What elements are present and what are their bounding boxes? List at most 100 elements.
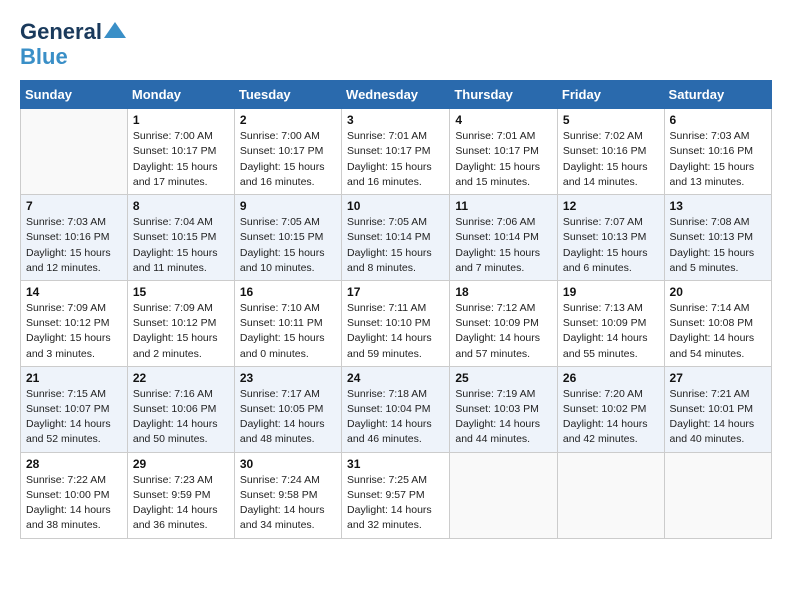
day-number: 11 (455, 199, 552, 213)
calendar-cell: 7 Sunrise: 7:03 AMSunset: 10:16 PMDayligh… (21, 195, 128, 281)
day-info: Sunrise: 7:23 AMSunset: 9:59 PMDaylight:… (133, 473, 229, 534)
day-info: Sunrise: 7:06 AMSunset: 10:14 PMDaylight… (455, 215, 552, 276)
calendar-cell: 22 Sunrise: 7:16 AMSunset: 10:06 PMDaylig… (127, 366, 234, 452)
calendar-cell: 8 Sunrise: 7:04 AMSunset: 10:15 PMDayligh… (127, 195, 234, 281)
calendar-cell: 26 Sunrise: 7:20 AMSunset: 10:02 PMDaylig… (557, 366, 664, 452)
day-number: 24 (347, 371, 444, 385)
day-info: Sunrise: 7:00 AMSunset: 10:17 PMDaylight… (133, 129, 229, 190)
weekday-header-wednesday: Wednesday (342, 81, 450, 109)
calendar-cell: 16 Sunrise: 7:10 AMSunset: 10:11 PMDaylig… (234, 280, 341, 366)
weekday-header-friday: Friday (557, 81, 664, 109)
day-number: 16 (240, 285, 336, 299)
weekday-header-sunday: Sunday (21, 81, 128, 109)
day-info: Sunrise: 7:10 AMSunset: 10:11 PMDaylight… (240, 301, 336, 362)
calendar-cell: 9 Sunrise: 7:05 AMSunset: 10:15 PMDayligh… (234, 195, 341, 281)
logo-general: General (20, 20, 102, 44)
day-number: 25 (455, 371, 552, 385)
day-number: 8 (133, 199, 229, 213)
calendar-cell (21, 109, 128, 195)
day-info: Sunrise: 7:15 AMSunset: 10:07 PMDaylight… (26, 387, 122, 448)
weekday-header-tuesday: Tuesday (234, 81, 341, 109)
weekday-header-monday: Monday (127, 81, 234, 109)
day-info: Sunrise: 7:18 AMSunset: 10:04 PMDaylight… (347, 387, 444, 448)
calendar-cell: 24 Sunrise: 7:18 AMSunset: 10:04 PMDaylig… (342, 366, 450, 452)
day-info: Sunrise: 7:12 AMSunset: 10:09 PMDaylight… (455, 301, 552, 362)
day-number: 21 (26, 371, 122, 385)
day-number: 30 (240, 457, 336, 471)
day-info: Sunrise: 7:17 AMSunset: 10:05 PMDaylight… (240, 387, 336, 448)
logo-blue: Blue (20, 44, 68, 70)
calendar-cell: 6 Sunrise: 7:03 AMSunset: 10:16 PMDayligh… (664, 109, 771, 195)
calendar-cell: 12Sunrise: 7:07 AMSunset: 10:13 PMDaylig… (557, 195, 664, 281)
calendar-cell: 27Sunrise: 7:21 AMSunset: 10:01 PMDaylig… (664, 366, 771, 452)
calendar-cell: 18Sunrise: 7:12 AMSunset: 10:09 PMDaylig… (450, 280, 558, 366)
calendar-cell: 25 Sunrise: 7:19 AMSunset: 10:03 PMDaylig… (450, 366, 558, 452)
logo: General Blue (20, 20, 126, 70)
day-number: 4 (455, 113, 552, 127)
day-info: Sunrise: 7:09 AMSunset: 10:12 PMDaylight… (133, 301, 229, 362)
day-number: 19 (563, 285, 659, 299)
calendar-cell: 23 Sunrise: 7:17 AMSunset: 10:05 PMDaylig… (234, 366, 341, 452)
day-number: 7 (26, 199, 122, 213)
day-number: 6 (670, 113, 766, 127)
day-info: Sunrise: 7:14 AMSunset: 10:08 PMDaylight… (670, 301, 766, 362)
calendar-cell: 2 Sunrise: 7:00 AMSunset: 10:17 PMDayligh… (234, 109, 341, 195)
day-info: Sunrise: 7:00 AMSunset: 10:17 PMDaylight… (240, 129, 336, 190)
day-number: 10 (347, 199, 444, 213)
day-number: 20 (670, 285, 766, 299)
day-info: Sunrise: 7:25 AMSunset: 9:57 PMDaylight:… (347, 473, 444, 534)
calendar-cell: 1 Sunrise: 7:00 AMSunset: 10:17 PMDayligh… (127, 109, 234, 195)
day-number: 31 (347, 457, 444, 471)
day-info: Sunrise: 7:24 AMSunset: 9:58 PMDaylight:… (240, 473, 336, 534)
day-info: Sunrise: 7:20 AMSunset: 10:02 PMDaylight… (563, 387, 659, 448)
day-info: Sunrise: 7:01 AMSunset: 10:17 PMDaylight… (455, 129, 552, 190)
day-info: Sunrise: 7:01 AMSunset: 10:17 PMDaylight… (347, 129, 444, 190)
day-number: 13 (670, 199, 766, 213)
day-number: 5 (563, 113, 659, 127)
day-number: 9 (240, 199, 336, 213)
calendar-cell: 31 Sunrise: 7:25 AMSunset: 9:57 PMDayligh… (342, 452, 450, 538)
day-info: Sunrise: 7:07 AMSunset: 10:13 PMDaylight… (563, 215, 659, 276)
day-info: Sunrise: 7:16 AMSunset: 10:06 PMDaylight… (133, 387, 229, 448)
day-number: 15 (133, 285, 229, 299)
day-info: Sunrise: 7:19 AMSunset: 10:03 PMDaylight… (455, 387, 552, 448)
calendar-cell: 5Sunrise: 7:02 AMSunset: 10:16 PMDayligh… (557, 109, 664, 195)
day-number: 17 (347, 285, 444, 299)
logo-icon (104, 22, 126, 38)
calendar-cell (664, 452, 771, 538)
calendar-cell: 15 Sunrise: 7:09 AMSunset: 10:12 PMDaylig… (127, 280, 234, 366)
day-info: Sunrise: 7:11 AMSunset: 10:10 PMDaylight… (347, 301, 444, 362)
week-row-4: 21 Sunrise: 7:15 AMSunset: 10:07 PMDaylig… (21, 366, 772, 452)
day-number: 26 (563, 371, 659, 385)
calendar-cell: 20 Sunrise: 7:14 AMSunset: 10:08 PMDaylig… (664, 280, 771, 366)
day-number: 29 (133, 457, 229, 471)
calendar-cell: 4 Sunrise: 7:01 AMSunset: 10:17 PMDayligh… (450, 109, 558, 195)
weekday-header-saturday: Saturday (664, 81, 771, 109)
day-info: Sunrise: 7:05 AMSunset: 10:15 PMDaylight… (240, 215, 336, 276)
calendar-cell (450, 452, 558, 538)
calendar-cell: 29 Sunrise: 7:23 AMSunset: 9:59 PMDayligh… (127, 452, 234, 538)
calendar-cell: 21 Sunrise: 7:15 AMSunset: 10:07 PMDaylig… (21, 366, 128, 452)
week-row-3: 14Sunrise: 7:09 AMSunset: 10:12 PMDaylig… (21, 280, 772, 366)
calendar-cell: 30 Sunrise: 7:24 AMSunset: 9:58 PMDayligh… (234, 452, 341, 538)
day-number: 22 (133, 371, 229, 385)
week-row-2: 7 Sunrise: 7:03 AMSunset: 10:16 PMDayligh… (21, 195, 772, 281)
week-row-1: 1 Sunrise: 7:00 AMSunset: 10:17 PMDayligh… (21, 109, 772, 195)
calendar-cell: 28Sunrise: 7:22 AMSunset: 10:00 PMDaylig… (21, 452, 128, 538)
week-row-5: 28Sunrise: 7:22 AMSunset: 10:00 PMDaylig… (21, 452, 772, 538)
calendar-cell (557, 452, 664, 538)
calendar-table: SundayMondayTuesdayWednesdayThursdayFrid… (20, 80, 772, 538)
day-number: 3 (347, 113, 444, 127)
calendar-cell: 11 Sunrise: 7:06 AMSunset: 10:14 PMDaylig… (450, 195, 558, 281)
day-info: Sunrise: 7:03 AMSunset: 10:16 PMDaylight… (670, 129, 766, 190)
calendar-cell: 14Sunrise: 7:09 AMSunset: 10:12 PMDaylig… (21, 280, 128, 366)
day-info: Sunrise: 7:03 AMSunset: 10:16 PMDaylight… (26, 215, 122, 276)
day-number: 1 (133, 113, 229, 127)
day-info: Sunrise: 7:04 AMSunset: 10:15 PMDaylight… (133, 215, 229, 276)
day-number: 23 (240, 371, 336, 385)
day-number: 2 (240, 113, 336, 127)
calendar-cell: 10Sunrise: 7:05 AMSunset: 10:14 PMDaylig… (342, 195, 450, 281)
day-info: Sunrise: 7:21 AMSunset: 10:01 PMDaylight… (670, 387, 766, 448)
calendar-cell: 19Sunrise: 7:13 AMSunset: 10:09 PMDaylig… (557, 280, 664, 366)
day-info: Sunrise: 7:09 AMSunset: 10:12 PMDaylight… (26, 301, 122, 362)
